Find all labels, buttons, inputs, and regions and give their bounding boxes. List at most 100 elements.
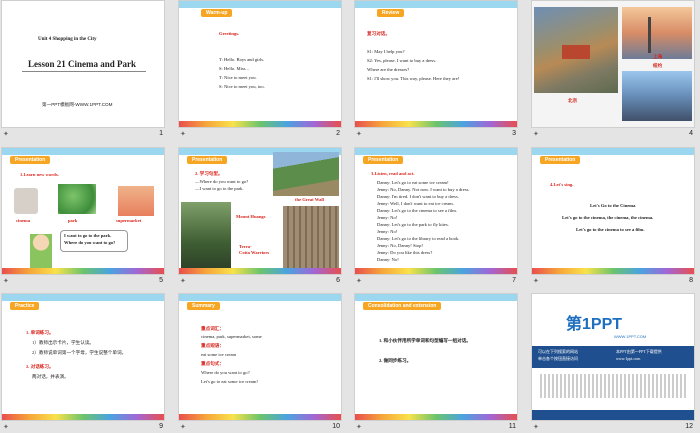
palace-roof <box>562 45 590 59</box>
slide-frame: Review 复习对话。 S1: May I help you? S2: Yes… <box>354 0 518 128</box>
song-line: Let's go to the cinema to see a film. <box>576 227 645 232</box>
bubble-line: Where do you want to go? <box>64 240 116 245</box>
shanghai-photo <box>622 7 692 59</box>
dialogue-line: Jenny: No, Danny! Stop! <box>377 243 423 248</box>
rainbow-strip <box>355 268 517 274</box>
song-title: Let's Go to the Cinema <box>590 203 636 208</box>
slide-thumbnail-5[interactable]: Presentation 1.Learn new words. cinema p… <box>1 147 165 285</box>
animation-star-icon: ✦ <box>356 277 362 285</box>
slide-header-bar <box>355 148 517 155</box>
footer-bar <box>532 410 694 420</box>
slide-frame: Summary 重点词汇： cinema, park, supermarket,… <box>178 293 342 421</box>
slide-number: 8 <box>689 277 693 284</box>
animation-star-icon: ✦ <box>3 130 9 138</box>
brand-url: WWW.1PPT.COM <box>614 334 647 339</box>
slide-frame: Unit 4 Shopping in the City Lesson 21 Ci… <box>1 0 165 128</box>
promo-line: 本PPT由第一PPT下载提供 <box>616 349 662 354</box>
slide-thumbnail-1[interactable]: Unit 4 Shopping in the City Lesson 21 Ci… <box>1 0 165 138</box>
rainbow-strip <box>179 414 341 420</box>
slide-frame: Presentation 2. 学习句型。 —Where do you want… <box>178 147 342 275</box>
word-label: supermarket <box>116 218 142 223</box>
dialogue-line: Danny: Let's go to the park to fly kites… <box>377 222 449 227</box>
slide-heading: Greetings. <box>219 31 240 36</box>
slide-thumbnail-6[interactable]: Presentation 2. 学习句型。 —Where do you want… <box>178 147 342 285</box>
slide-frame: Presentation 4.Let's sing. Let's Go to t… <box>531 147 695 275</box>
rainbow-strip <box>179 268 341 274</box>
slide-thumbnail-10[interactable]: Summary 重点词汇： cinema, park, supermarket,… <box>178 293 342 431</box>
slide-header-bar <box>179 294 341 301</box>
slide-thumbnail-8[interactable]: Presentation 4.Let's sing. Let's Go to t… <box>531 147 695 285</box>
dialogue-line: Danny: I'm tired. I don't want to buy a … <box>377 194 459 199</box>
slide-number: 12 <box>685 423 693 430</box>
animation-star-icon: ✦ <box>533 423 539 431</box>
dialogue-line: Danny: Let's go to eat some ice cream! <box>377 180 449 185</box>
exercise-line: 两对话，并表演。 <box>32 374 69 379</box>
slide-thumbnail-7[interactable]: Presentation 3.Listen, read and act. Dan… <box>354 147 518 285</box>
slide-heading: 3.Listen, read and act. <box>371 171 415 176</box>
slide-number: 9 <box>159 423 163 430</box>
text-line: S1: I'll show you. This way, please. Her… <box>367 76 460 81</box>
dialogue-line: Danny: No! <box>377 257 399 262</box>
dialogue-line: Jenny: Well, I don't want to eat ice cre… <box>377 201 454 206</box>
bubble-line: I want to go to the park. <box>64 233 112 238</box>
slide-frame: Practice 1. 单词练习。 1）教师出示卡片，学生认读。 2）教师说单词… <box>1 293 165 421</box>
child-image <box>30 234 52 268</box>
section-tag: Practice <box>10 302 40 310</box>
rainbow-strip <box>2 414 164 420</box>
place-label: Terra- <box>239 244 252 249</box>
slide-thumbnail-9[interactable]: Practice 1. 单词练习。 1）教师出示卡片，学生认读。 2）教师说单词… <box>1 293 165 431</box>
text-line: S: Nice to meet you, too. <box>219 84 265 89</box>
text-line: T: Hello. Boys and girls. <box>219 57 265 62</box>
dialogue-line: Jenny: Do you like this dress? <box>377 250 433 255</box>
animation-star-icon: ✦ <box>533 277 539 285</box>
animation-star-icon: ✦ <box>3 423 9 431</box>
tower-shape <box>648 17 651 53</box>
place-label: the Great Wall <box>295 197 324 202</box>
slide-header-bar <box>532 148 694 155</box>
slide-thumbnail-4[interactable]: 上海 纽约 北京 ✦ 4 <box>531 0 695 138</box>
animation-star-icon: ✦ <box>356 423 362 431</box>
exercise-line: 1）教师出示卡片，学生认读。 <box>32 340 95 345</box>
mount-huangshan-photo <box>181 202 231 270</box>
slide-header-bar <box>355 294 517 301</box>
promo-line: 单击各个按钮直接访问 <box>538 356 578 361</box>
rainbow-strip <box>179 121 341 127</box>
slide-number: 1 <box>159 130 163 137</box>
word-label: cinema <box>16 218 31 223</box>
task-line: 1. 和小伙伴用所学单词和句型编写一组对话。 <box>379 338 471 343</box>
cinema-image <box>14 188 38 214</box>
slide-thumbnail-3[interactable]: Review 复习对话。 S1: May I help you? S2: Yes… <box>354 0 518 138</box>
slide-number: 5 <box>159 277 163 284</box>
slide-thumbnail-2[interactable]: Warm-up Greetings. T: Hello. Boys and gi… <box>178 0 342 138</box>
slide-frame: 上海 纽约 北京 <box>531 0 695 128</box>
summary-line: cinema, park, supermarket, some <box>201 334 262 339</box>
newyork-photo <box>622 71 692 121</box>
slide-thumbnail-12[interactable]: 第1PPT WWW.1PPT.COM 可以在下列搜索的网站 单击各个按钮直接访问… <box>531 293 695 431</box>
great-wall-photo <box>273 152 339 196</box>
slide-frame: Warm-up Greetings. T: Hello. Boys and gi… <box>178 0 342 128</box>
section-tag: Consolidation and extension <box>363 302 442 310</box>
animation-star-icon: ✦ <box>180 130 186 138</box>
text-line: S1: May I help you? <box>367 49 405 54</box>
slide-thumbnail-11[interactable]: Consolidation and extension 1. 和小伙伴用所学单词… <box>354 293 518 431</box>
slide-header-bar <box>2 294 164 301</box>
rainbow-strip <box>532 268 694 274</box>
section-tag: Presentation <box>10 156 51 164</box>
site-text: 第一PPT模板网-WWW.1PPT.COM <box>42 102 113 107</box>
exercise-line: 2）教师说单词第一个字母，学生说整个单词。 <box>32 350 127 355</box>
slide-header-bar <box>355 1 517 8</box>
terracotta-warriors-photo <box>283 206 339 270</box>
rainbow-strip <box>355 414 517 420</box>
text-line: —I want to go to the park. <box>195 186 244 191</box>
brand-logo: 第1PPT <box>566 316 623 333</box>
beijing-photo <box>534 7 618 93</box>
exercise-heading: 1. 单词练习。 <box>26 330 54 335</box>
slide-frame: Consolidation and extension 1. 和小伙伴用所学单词… <box>354 293 518 421</box>
section-tag: Presentation <box>187 156 228 164</box>
text-line: S2: Yes, please. I want to buy a dress. <box>367 58 437 63</box>
place-label: Cotta Warriors <box>239 250 270 255</box>
slide-number: 10 <box>332 423 340 430</box>
word-label: park <box>68 218 78 223</box>
summary-line: Where do you want to go? <box>201 370 250 375</box>
slide-header-bar <box>179 1 341 8</box>
